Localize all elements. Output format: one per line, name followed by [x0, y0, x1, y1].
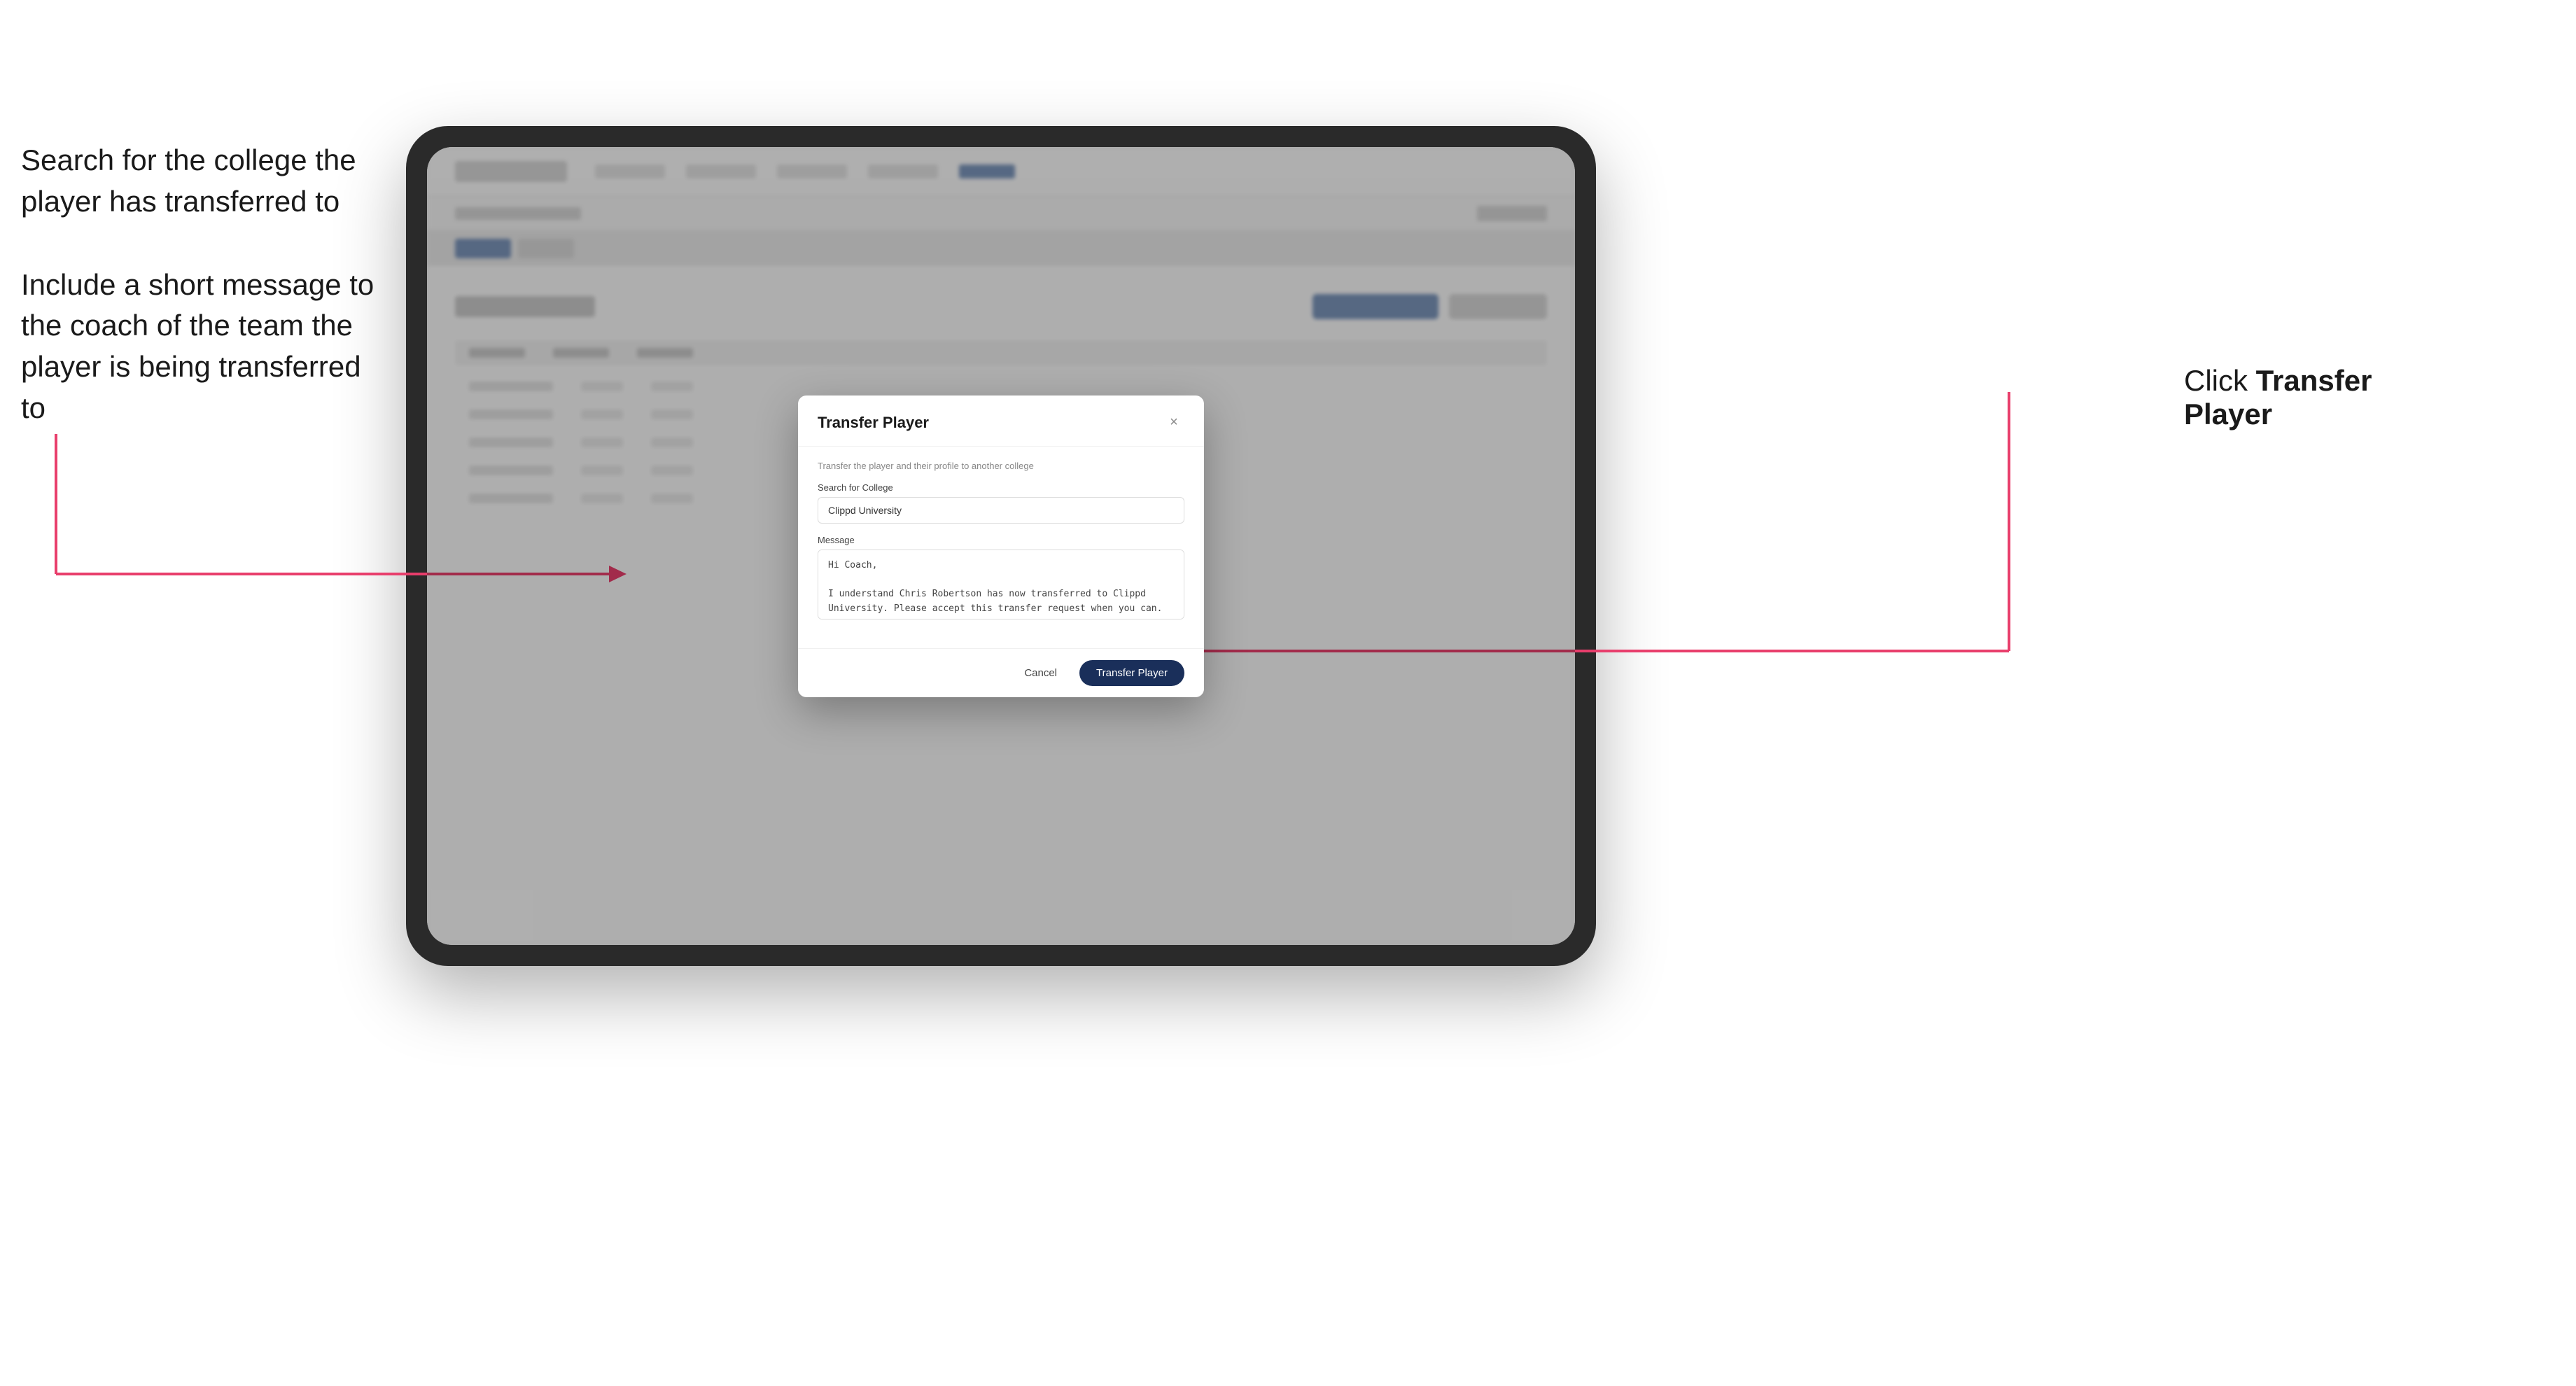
search-college-input[interactable] [818, 497, 1184, 524]
tablet-screen: Transfer Player × Transfer the player an… [427, 147, 1575, 945]
message-group: Message Hi Coach, I understand Chris Rob… [818, 535, 1184, 623]
annotation-right: Click Transfer Player [2184, 364, 2450, 431]
message-textarea[interactable]: Hi Coach, I understand Chris Robertson h… [818, 550, 1184, 620]
modal-title: Transfer Player [818, 414, 929, 432]
annotation-text-top: Search for the college the player has tr… [21, 140, 385, 223]
message-label: Message [818, 535, 1184, 545]
modal-subtitle: Transfer the player and their profile to… [818, 461, 1184, 471]
modal-overlay: Transfer Player × Transfer the player an… [427, 147, 1575, 945]
tablet-frame: Transfer Player × Transfer the player an… [406, 126, 1596, 966]
search-college-label: Search for College [818, 482, 1184, 493]
search-college-group: Search for College [818, 482, 1184, 524]
cancel-button[interactable]: Cancel [1013, 662, 1068, 685]
annotation-right-prefix: Click [2184, 364, 2256, 397]
modal-header: Transfer Player × [798, 396, 1204, 447]
transfer-player-modal: Transfer Player × Transfer the player an… [798, 396, 1204, 697]
annotation-text-bottom: Include a short message to the coach of … [21, 265, 385, 429]
modal-footer: Cancel Transfer Player [798, 648, 1204, 697]
modal-close-button[interactable]: × [1163, 412, 1184, 433]
annotation-left: Search for the college the player has tr… [21, 140, 385, 471]
modal-body: Transfer the player and their profile to… [798, 447, 1204, 648]
transfer-player-button[interactable]: Transfer Player [1079, 660, 1184, 686]
